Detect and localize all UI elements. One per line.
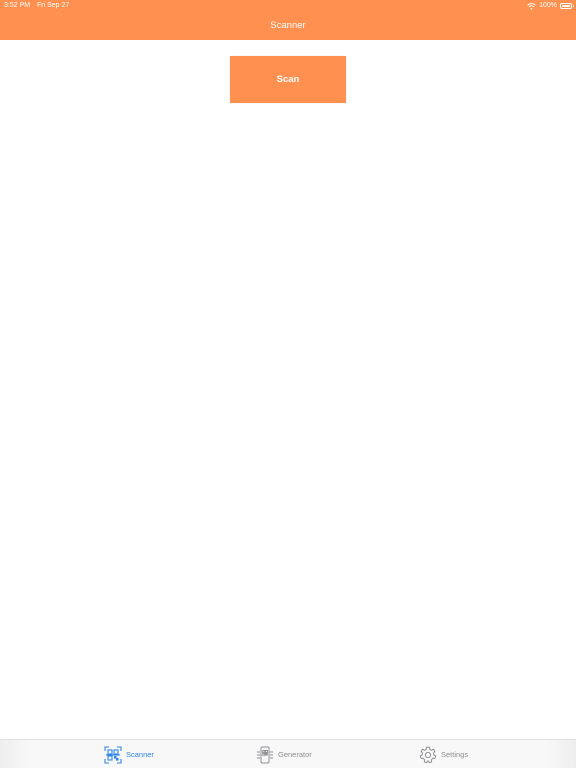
tab-generator[interactable]: Generator	[256, 745, 312, 764]
left-edge-shade	[0, 739, 30, 768]
battery-icon	[560, 3, 574, 9]
right-edge-shade	[546, 739, 576, 768]
qr-generator-icon	[256, 746, 274, 764]
tab-scanner[interactable]: Scanner	[104, 745, 154, 764]
qr-scan-icon	[104, 745, 122, 764]
tab-scanner-label: Scanner	[126, 750, 154, 759]
battery-percentage: 100%	[539, 2, 557, 9]
status-date: Fri Sep 27	[37, 2, 70, 9]
tab-settings-label: Settings	[441, 750, 469, 759]
status-indicators: 100%	[527, 1, 574, 11]
gear-icon	[419, 746, 437, 764]
scan-button[interactable]: Scan	[230, 56, 346, 103]
wifi-icon	[527, 2, 536, 10]
page-title: Scanner	[270, 20, 306, 31]
tab-bar: Scanner Generator Settings	[0, 739, 576, 768]
navigation-header: 3:52 PM Fri Sep 27 100% Scanner	[0, 0, 576, 40]
tab-generator-label: Generator	[278, 750, 312, 759]
tab-settings[interactable]: Settings	[419, 745, 468, 764]
status-time: 3:52 PM	[4, 2, 31, 9]
battery-level	[562, 5, 570, 7]
